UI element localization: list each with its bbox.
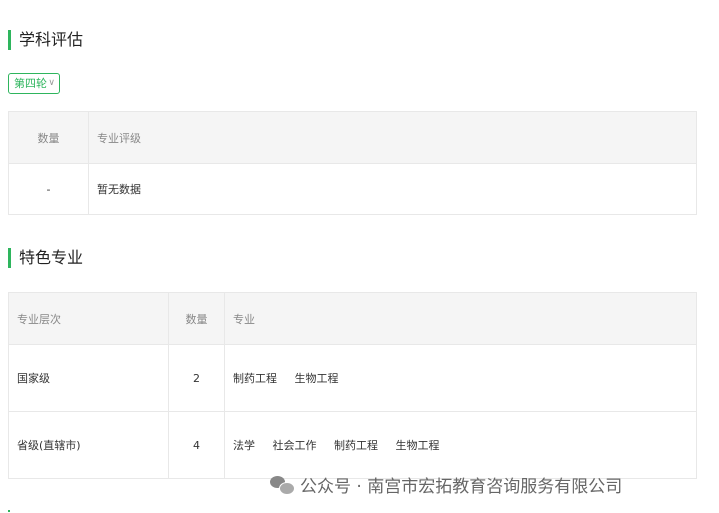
cell-level: 国家级: [8, 344, 169, 412]
major-tag: 法学: [233, 439, 255, 452]
cell-count: 4: [168, 411, 225, 479]
featured-table: 专业层次 数量 专业 国家级 2 制药工程 生物工程 省级(直辖市) 4 法学 …: [8, 292, 697, 479]
round-select[interactable]: 第四轮 ∨: [8, 73, 60, 94]
round-select-value: 第四轮: [14, 77, 47, 90]
header-rating: 专业评级: [88, 111, 697, 164]
chevron-down-icon: ∨: [48, 78, 55, 88]
major-tag: 制药工程: [233, 372, 277, 385]
cell-level: 省级(直辖市): [8, 411, 169, 479]
table-header-row: 数量 专业评级: [8, 111, 697, 164]
wechat-icon: [270, 475, 295, 495]
section-title-featured-majors: 特色专业: [8, 248, 83, 268]
cell-majors: 制药工程 生物工程: [224, 344, 697, 412]
cell-count: -: [8, 163, 89, 215]
cell-count: 2: [168, 344, 225, 412]
watermark: 公众号 · 南宫市宏拓教育咨询服务有限公司: [270, 472, 622, 497]
cell-rating: 暂无数据: [88, 163, 697, 215]
assessment-table: 数量 专业评级 - 暂无数据: [8, 111, 697, 215]
major-tag: 生物工程: [294, 372, 339, 385]
header-level: 专业层次: [8, 292, 169, 345]
header-majors: 专业: [224, 292, 697, 345]
major-tag: 制药工程: [334, 439, 378, 452]
table-row: - 暂无数据: [8, 163, 697, 215]
header-count: 数量: [8, 111, 89, 164]
decorative-dot: [8, 510, 10, 512]
major-tag: 社会工作: [272, 439, 317, 452]
table-header-row: 专业层次 数量 专业: [8, 292, 697, 345]
table-row: 省级(直辖市) 4 法学 社会工作 制药工程 生物工程: [8, 411, 697, 479]
header-count: 数量: [168, 292, 225, 345]
major-tag: 生物工程: [395, 439, 440, 452]
cell-majors: 法学 社会工作 制药工程 生物工程: [224, 411, 697, 479]
section-title-subject-assessment: 学科评估: [8, 30, 83, 50]
table-row: 国家级 2 制药工程 生物工程: [8, 344, 697, 412]
watermark-text: 公众号 · 南宫市宏拓教育咨询服务有限公司: [300, 477, 623, 497]
